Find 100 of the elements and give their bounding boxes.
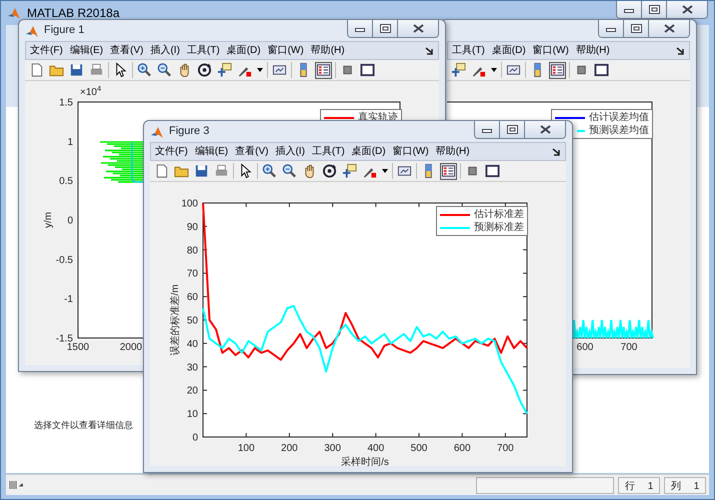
toolbar-button[interactable] <box>196 62 213 78</box>
maximize-button[interactable] <box>642 1 667 18</box>
menu-item[interactable]: 帮助(H) <box>576 43 610 58</box>
rotate-icon <box>197 62 212 78</box>
window-title: Figure 3 <box>169 124 210 140</box>
data-cursor-icon <box>342 163 357 179</box>
menu-item[interactable]: 窗口(W) <box>532 43 569 58</box>
toolbar-button[interactable] <box>593 62 610 78</box>
tick-label: 400 <box>367 443 384 454</box>
close-icon <box>540 125 550 134</box>
minimize-button[interactable] <box>475 121 500 138</box>
toolbar-button[interactable] <box>261 162 278 180</box>
legend-icon <box>441 163 456 179</box>
menu-item[interactable]: 编辑(E) <box>194 144 228 159</box>
tick-label: 70 <box>186 268 198 280</box>
tick-label: 700 <box>620 342 638 353</box>
tick-label: 500 <box>410 443 428 454</box>
menu-item[interactable]: 窗口(W) <box>268 43 304 58</box>
tick-label: 50 <box>186 316 198 326</box>
toolbar-button[interactable] <box>136 62 153 78</box>
toolbar-button[interactable] <box>359 62 376 78</box>
menu-item[interactable]: 工具(T) <box>312 144 345 159</box>
menu-item[interactable]: 编辑(E) <box>70 43 104 58</box>
menu-item[interactable]: 帮助(H) <box>436 144 470 159</box>
close-icon <box>664 24 674 33</box>
legend-icon <box>316 62 331 78</box>
menu-item[interactable]: 工具(T) <box>452 43 485 58</box>
status-column: 列 1 <box>664 476 706 494</box>
legend-icon <box>550 62 565 78</box>
menu-item[interactable]: 插入(I) <box>275 144 305 159</box>
tick-label: 100 <box>238 443 255 454</box>
toolbar-button[interactable] <box>321 162 338 180</box>
tick-label: 90 <box>186 222 198 233</box>
restore-icon <box>380 24 390 33</box>
legend-label: 预测误差均值 <box>589 124 649 138</box>
tick-label: 0 <box>67 216 73 226</box>
menu-item[interactable]: 查看(V) <box>110 43 144 58</box>
tick-label: 20 <box>186 386 198 397</box>
zoom-out-icon <box>282 163 297 179</box>
maximize-button[interactable] <box>624 20 649 37</box>
tick-label: 1.5 <box>59 98 73 108</box>
menu-item[interactable]: 桌面(D) <box>492 43 526 58</box>
tick-label: -1 <box>64 294 73 306</box>
caret-icon <box>257 68 263 72</box>
window-icon <box>360 62 375 78</box>
tick-label: 10 <box>186 409 198 420</box>
restore-icon <box>506 125 518 134</box>
caret-icon <box>382 169 388 173</box>
maximize-button[interactable] <box>373 20 398 37</box>
minimize-button[interactable] <box>348 20 373 37</box>
legend-button[interactable] <box>315 62 332 78</box>
window-title: MATLAB R2018a <box>27 5 120 22</box>
minimize-icon <box>482 126 492 132</box>
menu-item[interactable]: 帮助(H) <box>310 43 345 58</box>
status-row: 行 1 <box>618 476 660 494</box>
data-cursor-icon <box>451 62 466 78</box>
menu-item[interactable]: 桌面(D) <box>352 144 386 159</box>
toolbar-button[interactable] <box>484 162 501 180</box>
window-title: Figure 1 <box>44 23 84 38</box>
toolbar-button[interactable] <box>193 162 210 180</box>
minimize-button[interactable] <box>617 1 642 18</box>
tick-label: 700 <box>497 443 514 454</box>
dock-arrow-icon <box>676 46 685 54</box>
axis-label: 误差的标准差/m <box>170 284 181 356</box>
toolbar-button[interactable] <box>68 62 85 78</box>
trace-drawing <box>100 141 145 183</box>
menu-item[interactable]: 桌面(D) <box>226 43 261 58</box>
restore-icon <box>648 5 660 14</box>
tick-label: 0.5 <box>59 176 73 188</box>
axis-label: 采样时间/s <box>341 457 389 466</box>
tick-label: 40 <box>186 338 198 350</box>
window-icon <box>594 62 609 78</box>
close-button[interactable] <box>525 121 565 138</box>
menu-item[interactable]: 插入(I) <box>150 43 180 58</box>
toolbar-button[interactable] <box>281 162 298 180</box>
legend-button[interactable] <box>549 62 566 78</box>
logo-icon <box>25 24 39 38</box>
tick-label: 600 <box>454 443 471 454</box>
caret-icon <box>491 68 497 72</box>
tick-label: -0.5 <box>56 254 73 266</box>
close-button[interactable] <box>398 20 438 37</box>
data-cursor-icon <box>217 62 232 78</box>
save-icon <box>194 163 209 179</box>
close-button[interactable] <box>649 20 689 37</box>
maximize-button[interactable] <box>500 121 525 138</box>
tick-label: 60 <box>186 292 198 304</box>
menu-item[interactable]: 窗口(W) <box>392 144 429 159</box>
menu-item[interactable]: 工具(T) <box>186 43 220 58</box>
toolbar-button[interactable] <box>156 62 173 78</box>
menu-item[interactable]: 查看(V) <box>235 144 268 159</box>
menu-item[interactable]: 文件(F) <box>30 43 63 58</box>
menu-item[interactable]: 文件(F) <box>155 144 188 159</box>
tick-label: 1 <box>67 136 73 148</box>
save-icon <box>69 62 84 78</box>
legend-label: 预测标准差 <box>474 220 524 235</box>
close-icon <box>682 5 692 14</box>
close-button[interactable] <box>667 1 707 18</box>
minimize-button[interactable] <box>599 20 624 37</box>
legend-button[interactable] <box>440 162 457 180</box>
legend-label: 估计误差均值 <box>589 110 649 124</box>
